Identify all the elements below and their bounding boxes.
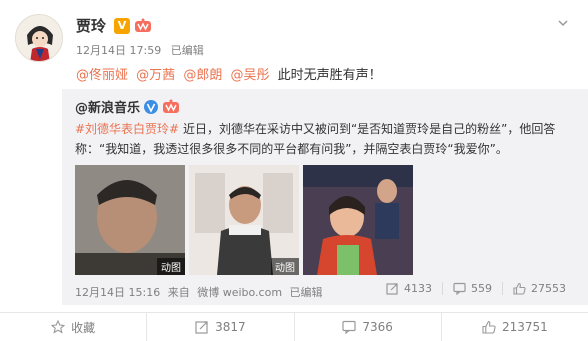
vip-crown-icon [163, 99, 180, 113]
comment-count: 7366 [362, 320, 393, 334]
mention-link[interactable]: @万茜 [136, 68, 175, 83]
gif-tag: 动图 [157, 258, 185, 275]
post-body: 此时无声胜有声！ [277, 68, 382, 83]
mention-link[interactable]: @佟丽娅 [76, 68, 128, 83]
image-thumbnail[interactable] [303, 165, 413, 275]
repost-comment-button[interactable]: 559 [442, 282, 502, 295]
comment-button[interactable]: 7366 [293, 313, 441, 341]
image-thumbnail[interactable]: 动图 [189, 165, 299, 275]
like-button[interactable]: 213751 [440, 313, 588, 341]
repost-like-button[interactable]: 27553 [502, 282, 576, 295]
repost-forward-button[interactable]: 4133 [376, 282, 442, 295]
author-name[interactable]: 贾玲 [76, 15, 106, 36]
image-thumbnail[interactable]: 动图 [75, 165, 185, 275]
comment-icon [342, 320, 356, 334]
favorite-button[interactable]: 收藏 [0, 313, 146, 341]
post-meta: 12月14日 17:59 已编辑 [76, 42, 210, 58]
mention-link[interactable]: @郎朗 [183, 68, 222, 83]
comment-icon [453, 282, 466, 295]
repost-time[interactable]: 12月14日 15:16 [75, 286, 160, 299]
repost-body-line2: 称：“我知道，我透过很多很多不同的平台都有问我”，并隔空表白贾玲“我爱你”。 [75, 142, 508, 156]
hashtag-link[interactable]: #刘德华表白贾玲# [75, 122, 179, 136]
forward-icon [195, 321, 208, 334]
vip-crown-icon [135, 18, 152, 32]
verified-badge: V [114, 17, 131, 34]
edited-label: 已编辑 [289, 286, 323, 299]
edited-label: 已编辑 [170, 44, 204, 57]
forward-count: 4133 [404, 282, 432, 295]
footer-action-bar: 收藏 3817 7366 213751 [0, 312, 588, 341]
post-time[interactable]: 12月14日 17:59 [76, 44, 161, 57]
thumbs-up-icon [482, 320, 496, 334]
repost-meta: 12月14日 15:16 来自 微博 weibo.com 已编辑 [75, 284, 327, 300]
gif-tag: 动图 [271, 258, 299, 275]
repost-actions: 4133 559 27553 [376, 282, 576, 295]
like-count: 213751 [501, 320, 548, 334]
source-link[interactable]: 微博 weibo.com [197, 286, 282, 299]
repost-body-line1: 近日，刘德华在采访中又被问到“是否知道贾玲是自己的粉丝”，他回答 [179, 122, 556, 136]
repost-author[interactable]: @新浪音乐 [75, 97, 140, 116]
post-text: @佟丽娅 @万茜 @郎朗 @吴彤 此时无声胜有声！ [76, 64, 382, 83]
mention-link[interactable]: @吴彤 [230, 68, 269, 83]
repost-card: @新浪音乐 #刘德华表白贾玲# 近日，刘德华在采访中又被问到“是否知道贾玲是自己… [62, 89, 588, 305]
blue-verified-icon [144, 99, 159, 114]
forward-button[interactable]: 3817 [146, 313, 293, 341]
comment-count: 559 [471, 282, 492, 295]
like-count: 27553 [531, 282, 566, 295]
repost-text: #刘德华表白贾玲# 近日，刘德华在采访中又被问到“是否知道贾玲是自己的粉丝”，他… [75, 119, 575, 159]
star-icon [51, 320, 66, 334]
chevron-down-icon[interactable] [556, 16, 570, 30]
source-prefix: 来自 [167, 286, 190, 299]
thumbs-up-icon [513, 282, 526, 295]
avatar[interactable] [15, 14, 63, 62]
forward-count: 3817 [215, 320, 246, 334]
forward-icon [386, 283, 398, 295]
favorite-label: 收藏 [71, 320, 96, 335]
